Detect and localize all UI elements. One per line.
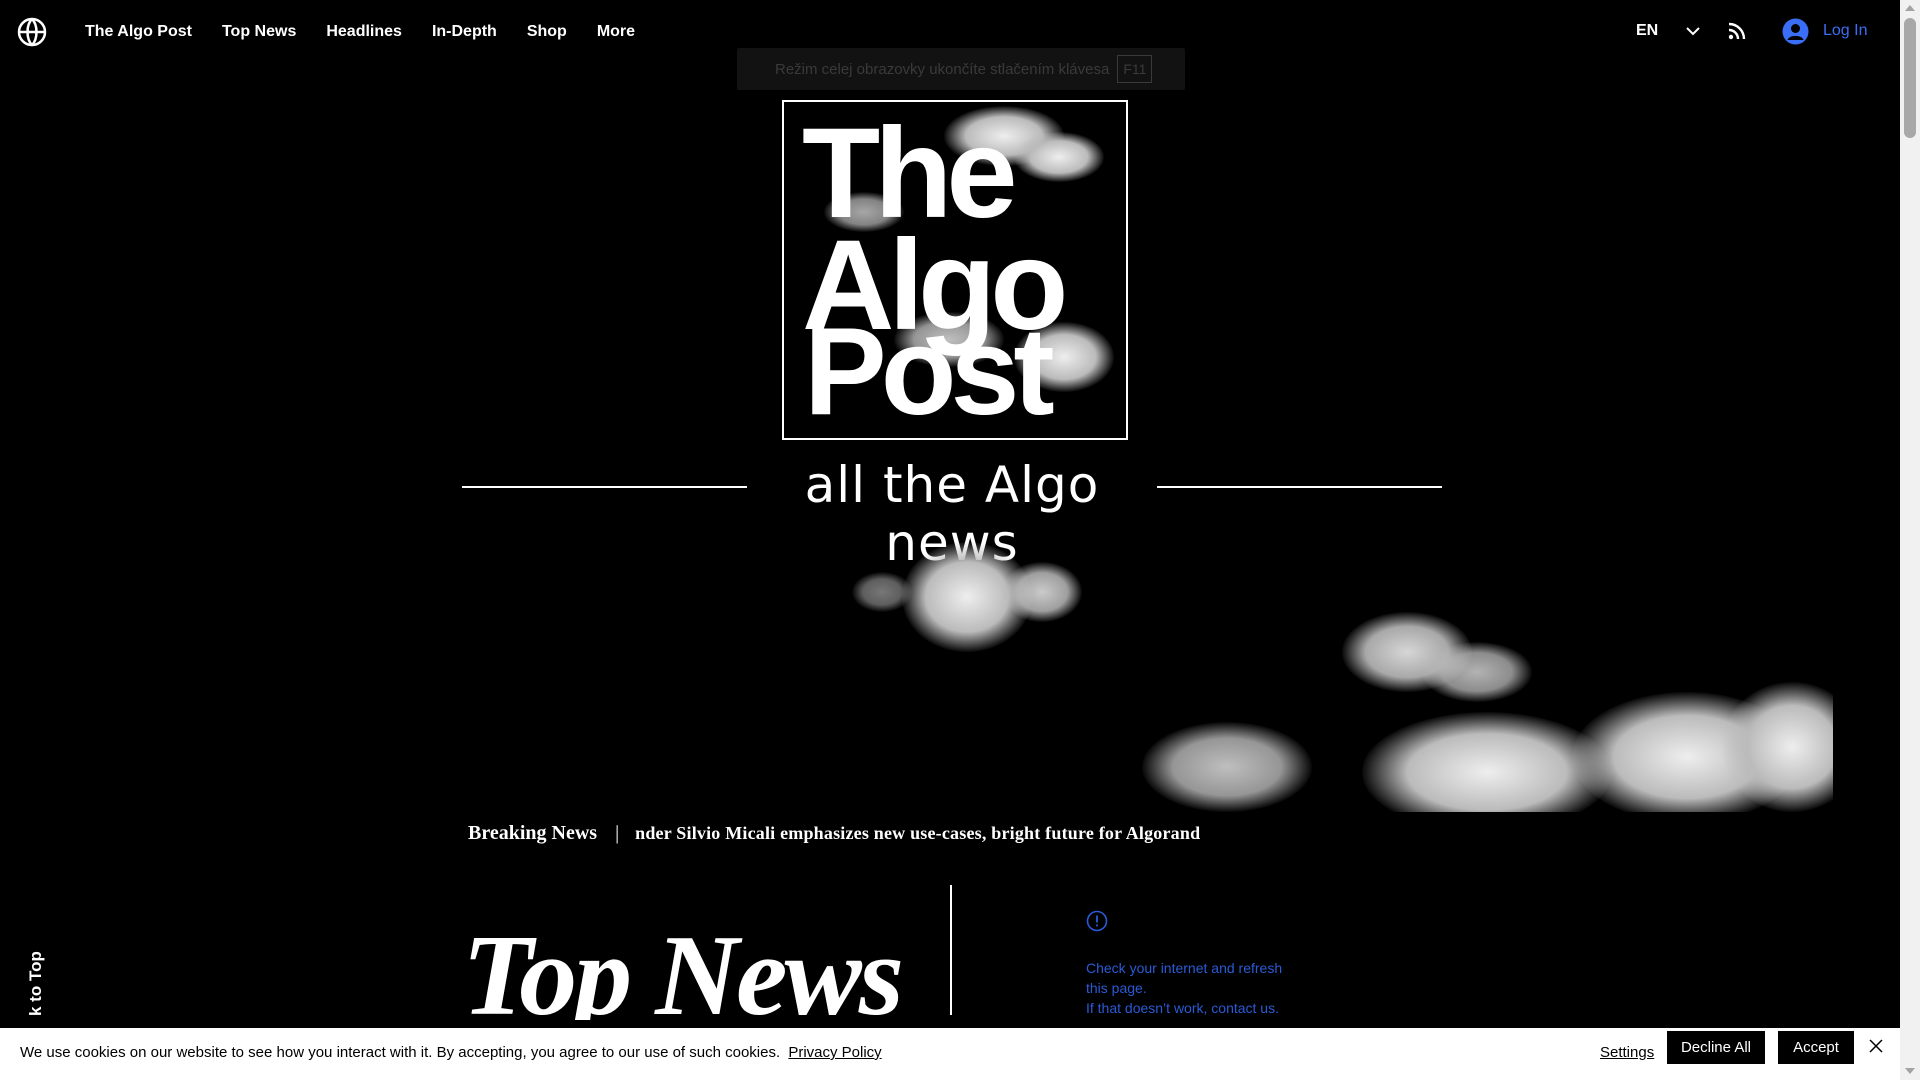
fullscreen-notice-text: Režim celej obrazovky ukončíte stlačením… xyxy=(775,60,1110,78)
main-nav: The Algo Post Top News Headlines In-Dept… xyxy=(85,0,635,64)
clouds-banner-image xyxy=(462,542,1833,812)
nav-item-headlines[interactable]: Headlines xyxy=(326,23,402,41)
user-avatar-icon[interactable] xyxy=(1782,18,1809,45)
nav-item-top-news[interactable]: Top News xyxy=(222,23,296,41)
breaking-news-separator: | xyxy=(615,822,620,844)
accept-button[interactable]: Accept xyxy=(1778,1031,1854,1064)
close-icon[interactable] xyxy=(1868,1038,1884,1054)
cookie-text: We use cookies on our website to see how… xyxy=(20,1044,781,1061)
nav-item-the-algo-post[interactable]: The Algo Post xyxy=(85,23,192,41)
top-news-heading: Top News xyxy=(462,918,901,1020)
decline-all-button[interactable]: Decline All xyxy=(1667,1031,1765,1064)
privacy-policy-link[interactable]: Privacy Policy xyxy=(788,1044,881,1061)
tagline-row: all the Algo news xyxy=(462,456,1442,572)
error-line-1: Check your internet and refresh this pag… xyxy=(1086,960,1283,996)
globe-logo-icon[interactable] xyxy=(17,17,47,47)
vertical-divider xyxy=(950,885,952,1015)
rss-icon[interactable] xyxy=(1728,22,1746,40)
cookie-banner: We use cookies on our website to see how… xyxy=(0,1028,1900,1080)
nav-item-more[interactable]: More xyxy=(597,23,635,41)
page-scrollbar[interactable] xyxy=(1900,0,1920,1080)
connection-error-message: Check your internet and refresh this pag… xyxy=(1086,958,1306,1018)
breaking-news-headline[interactable]: nder Silvio Micali emphasizes new use-ca… xyxy=(635,823,1200,844)
tagline-rule-left xyxy=(462,486,747,488)
fullscreen-key: F11 xyxy=(1117,55,1153,83)
language-selector[interactable]: EN xyxy=(1636,22,1658,40)
alert-circle-icon xyxy=(1086,910,1108,932)
error-line-2: If that doesn’t work, contact us. xyxy=(1086,1000,1279,1016)
scroll-up-arrow-icon[interactable] xyxy=(1905,5,1915,11)
back-to-top-link[interactable]: k to Top xyxy=(26,951,46,1016)
chevron-down-icon[interactable] xyxy=(1684,24,1702,38)
cookie-settings-link[interactable]: Settings xyxy=(1600,1044,1654,1061)
scroll-thumb[interactable] xyxy=(1904,18,1916,138)
breaking-news-ticker: Breaking News | nder Silvio Micali empha… xyxy=(468,822,1200,845)
fullscreen-exit-notice: Režim celej obrazovky ukončíte stlačením… xyxy=(737,48,1185,90)
cookie-message: We use cookies on our website to see how… xyxy=(20,1044,882,1061)
nav-item-in-depth[interactable]: In-Depth xyxy=(432,23,497,41)
login-link[interactable]: Log In xyxy=(1823,22,1867,40)
breaking-news-title: Breaking News xyxy=(468,822,598,844)
logo-word-post: Post xyxy=(804,303,1055,440)
tagline-rule-right xyxy=(1157,486,1442,488)
nav-item-shop[interactable]: Shop xyxy=(527,23,567,41)
masthead-logo: The Algo Post xyxy=(782,100,1128,440)
scroll-down-arrow-icon[interactable] xyxy=(1905,1068,1915,1074)
